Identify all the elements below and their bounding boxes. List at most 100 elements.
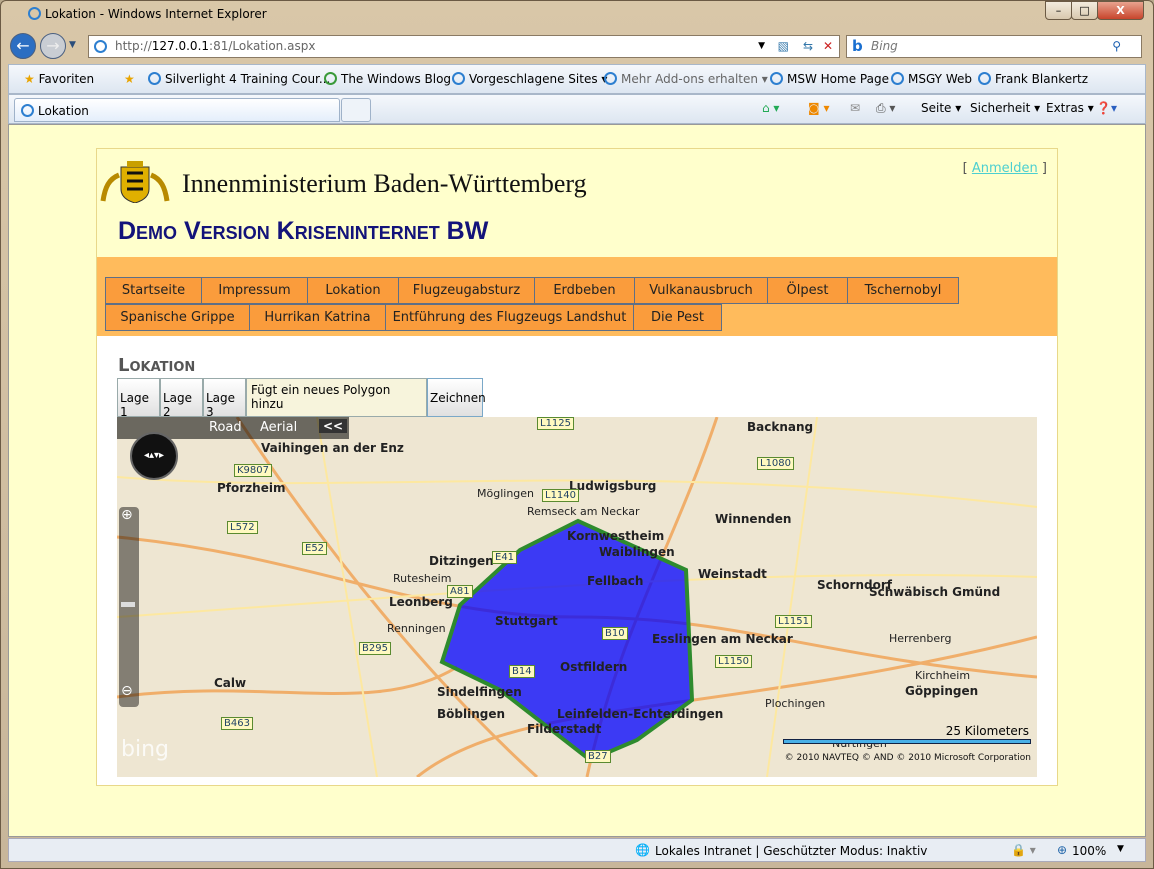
nav-landshut[interactable]: Entführung des Flugzeugs Landshut (385, 304, 634, 331)
zoom-slider-handle[interactable] (121, 602, 135, 607)
home-icon[interactable]: ⌂ ▾ (762, 101, 779, 115)
zoom-slider[interactable] (119, 507, 139, 707)
ministry-name: Innenministerium Baden-Württemberg (182, 169, 587, 198)
nav-erdbeben[interactable]: Erdbeben (534, 277, 635, 304)
new-tab-button[interactable] (341, 98, 371, 122)
login-area: [ Anmelden ] (962, 161, 1047, 176)
tab-lokation[interactable]: Lokation (14, 98, 340, 122)
tools-menu[interactable]: Extras ▾ (1046, 101, 1094, 115)
back-button[interactable]: ← (10, 33, 36, 59)
window-title: Lokation - Windows Internet Explorer (28, 7, 267, 21)
lage-1-button[interactable]: Lage 1 (117, 378, 160, 419)
map[interactable]: Stuttgart Ludwigsburg Kornwestheim Waibling… (117, 417, 1037, 777)
history-dropdown[interactable]: ▼ (69, 40, 76, 50)
road-view-button[interactable]: Road (209, 420, 242, 435)
road-marker: B27 (585, 750, 611, 763)
forward-button[interactable]: → (40, 33, 66, 59)
nav-oelpest[interactable]: Ölpest (767, 277, 848, 304)
road-marker: B14 (509, 665, 535, 678)
mail-icon[interactable]: ✉ (850, 101, 860, 115)
safety-menu[interactable]: Sicherheit ▾ (970, 101, 1040, 115)
favorite-item[interactable]: MSGY Web (891, 72, 972, 86)
ie-page-icon (148, 72, 161, 85)
add-favorite-icon[interactable]: ★ (124, 72, 135, 86)
nav-spanische-grippe[interactable]: Spanische Grippe (105, 304, 250, 331)
favorite-item[interactable]: Frank Blankertz (978, 72, 1088, 86)
nav-impressum[interactable]: Impressum (201, 277, 308, 304)
feeds-icon[interactable]: ◙ ▾ (808, 101, 829, 115)
road-marker: L1150 (715, 655, 753, 668)
page-heading: Lokation (118, 355, 196, 376)
intranet-icon: 🌐 (635, 843, 650, 857)
minimize-button[interactable]: – (1045, 1, 1072, 20)
print-icon[interactable]: ⎙ ▾ (876, 101, 895, 116)
nav-hurrikan-katrina[interactable]: Hurrikan Katrina (249, 304, 386, 331)
map-place-label: Filderstadt (527, 722, 602, 736)
address-dropdown[interactable]: ▼ (758, 36, 765, 57)
zoom-level[interactable]: 100% (1072, 844, 1106, 858)
zoom-dropdown[interactable]: ▼ (1117, 844, 1124, 854)
map-place-label: Stuttgart (495, 614, 558, 628)
favorite-item[interactable]: Vorgeschlagene Sites ▾ (452, 72, 607, 86)
favorite-item[interactable]: MSW Home Page (770, 72, 889, 86)
road-marker: L1151 (775, 615, 813, 628)
page-icon (94, 40, 107, 53)
search-icon[interactable]: ⚲ (1112, 36, 1121, 57)
ie-page-icon (452, 72, 465, 85)
collapse-button[interactable]: << (319, 419, 348, 433)
ie-page-icon (891, 72, 904, 85)
protected-mode-icon[interactable]: 🔒 ▾ (1011, 843, 1036, 857)
map-place-label: Böblingen (437, 707, 506, 721)
nav-flugzeugabsturz[interactable]: Flugzeugabsturz (398, 277, 535, 304)
windows-icon (324, 72, 337, 85)
address-bar[interactable]: http://127.0.0.1:81/Lokation.aspx ▼ ▧ ⇆ … (88, 35, 840, 58)
map-place-label: Sindelfingen (437, 685, 522, 699)
compatibility-icon[interactable]: ▧ (778, 36, 789, 57)
close-button[interactable]: X (1097, 1, 1144, 20)
page-container: Innenministerium Baden-Württemberg Demo … (96, 148, 1058, 786)
lage-2-button[interactable]: Lage 2 (160, 378, 203, 419)
map-place-label: Möglingen (477, 487, 535, 500)
map-place-label: Kornwestheim (567, 529, 665, 543)
favorite-item[interactable]: Silverlight 4 Training Cour... (148, 72, 330, 86)
map-place-label: Rutesheim (393, 572, 452, 585)
zoom-out-icon[interactable]: ⊖ (121, 683, 133, 699)
bing-icon: b (852, 37, 863, 55)
favorite-item[interactable]: The Windows Blog (324, 72, 451, 86)
aerial-view-button[interactable]: Aerial (260, 420, 297, 435)
pan-control[interactable]: ◂▴▾▸ (130, 432, 178, 480)
nav-vulkanausbruch[interactable]: Vulkanausbruch (634, 277, 768, 304)
login-link[interactable]: Anmelden (972, 161, 1038, 176)
road-marker: B295 (359, 642, 391, 655)
road-marker: L1125 (537, 417, 575, 430)
road-marker: B463 (221, 717, 253, 730)
map-place-label: Vaihingen an der Enz (261, 441, 404, 455)
map-place-label: Remseck am Neckar (527, 505, 640, 518)
favorites-button[interactable]: ★ Favoriten (24, 72, 94, 86)
help-icon[interactable]: ❓▾ (1096, 101, 1117, 115)
tooltip: Fügt ein neues Polygon hinzu (246, 378, 427, 417)
nav-startseite[interactable]: Startseite (105, 277, 202, 304)
maximize-button[interactable]: □ (1071, 1, 1098, 20)
road-marker: L1080 (757, 457, 795, 470)
lage-3-button[interactable]: Lage 3 (203, 378, 246, 419)
map-place-label: Pforzheim (217, 481, 286, 495)
map-place-label: Winnenden (715, 512, 792, 526)
nav-lokation[interactable]: Lokation (307, 277, 399, 304)
nav-tschernobyl[interactable]: Tschernobyl (847, 277, 959, 304)
search-input[interactable]: b Bing ⚲ (846, 35, 1142, 58)
refresh-icon[interactable]: ⇆ (803, 36, 813, 57)
map-place-label: Renningen (387, 622, 446, 635)
draw-button[interactable]: Zeichnen (427, 378, 486, 417)
nav-die-pest[interactable]: Die Pest (633, 304, 722, 331)
map-place-label: Kirchheim (915, 669, 971, 682)
ie-page-icon (770, 72, 783, 85)
ie-page-icon (604, 72, 617, 85)
page-menu[interactable]: Seite ▾ (921, 101, 961, 115)
favorite-item[interactable]: Mehr Add-ons erhalten ▾ (604, 72, 768, 86)
zoom-in-icon[interactable]: ⊕ (121, 507, 133, 523)
road-marker: E52 (302, 542, 328, 555)
stop-icon[interactable]: ✕ (823, 36, 833, 57)
map-place-label: Leinfelden-Echterdingen (557, 707, 724, 721)
zoom-icon: ⊕ (1057, 843, 1068, 857)
